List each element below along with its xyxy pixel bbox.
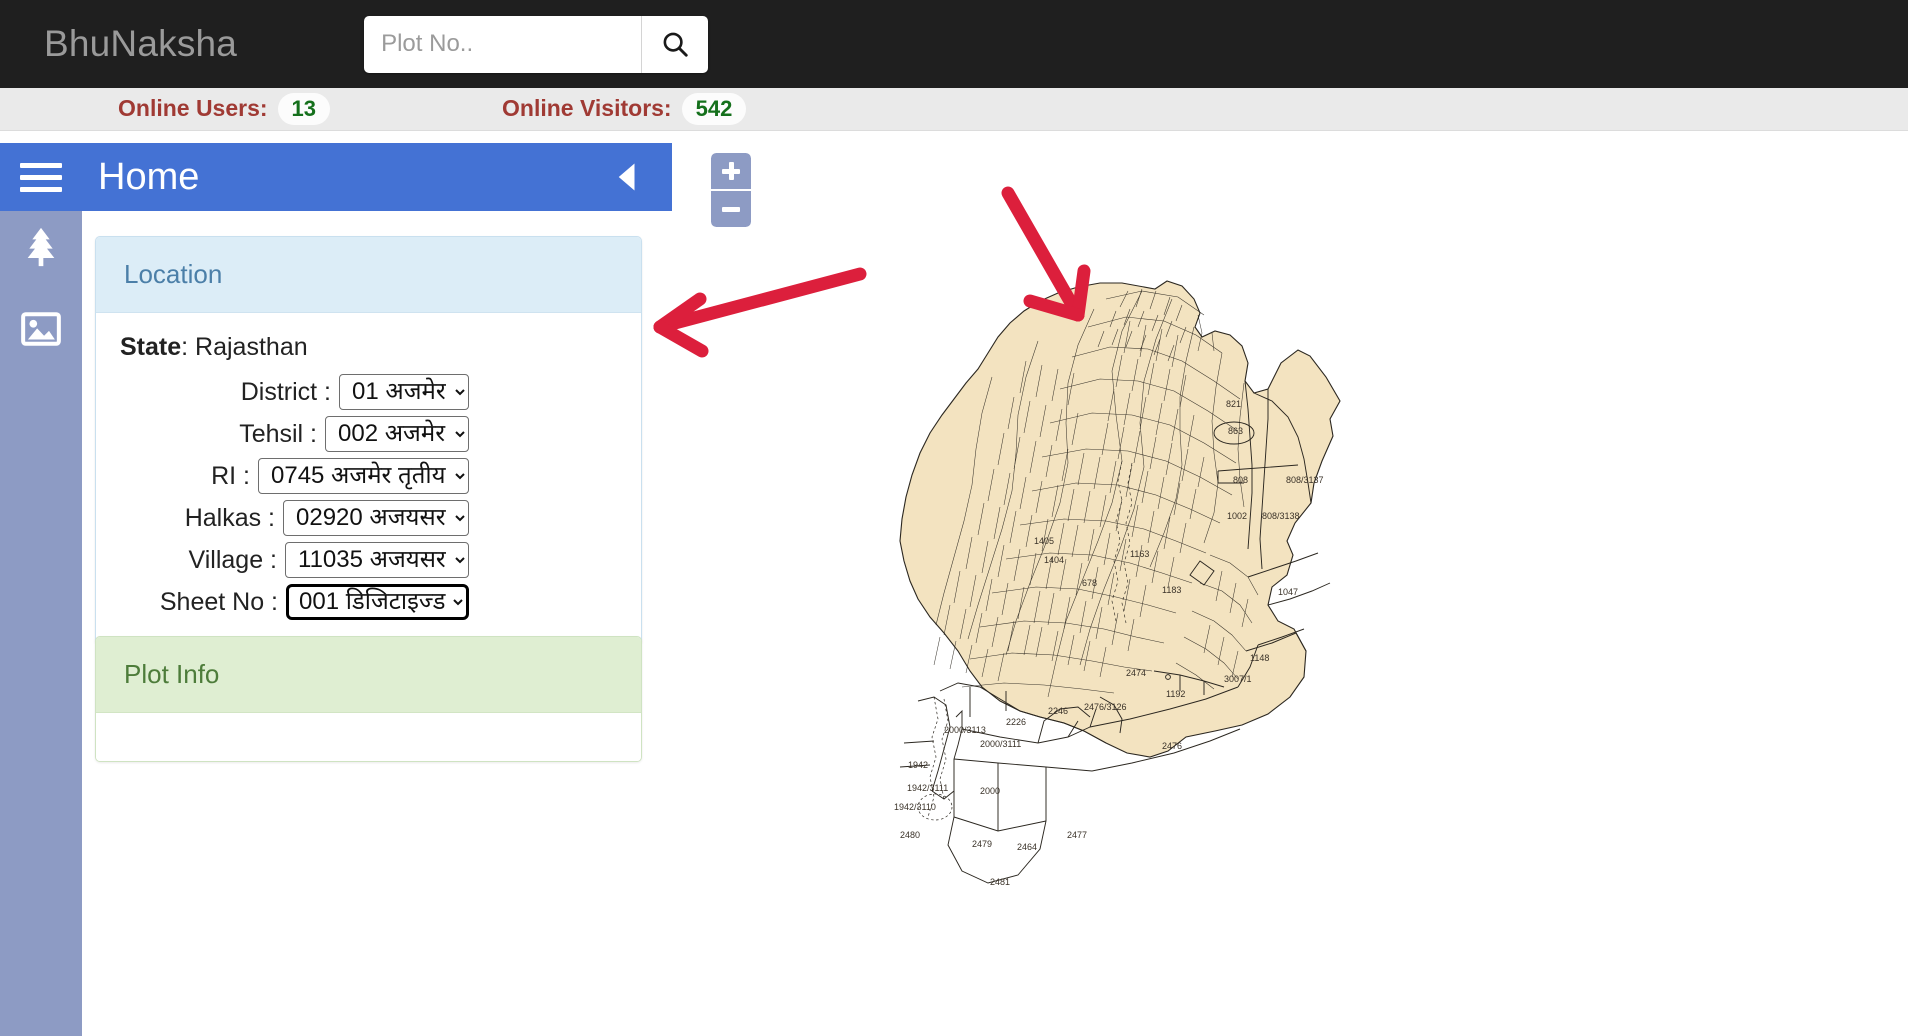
minus-icon	[722, 207, 740, 212]
location-panel-header: Location	[96, 237, 641, 313]
village-label: Village :	[189, 546, 278, 575]
svg-text:821: 821	[1226, 399, 1241, 409]
ri-label: RI :	[211, 462, 250, 491]
svg-text:1405: 1405	[1034, 536, 1054, 546]
svg-text:1942/3111: 1942/3111	[907, 783, 948, 793]
svg-text:2000/3111: 2000/3111	[980, 739, 1021, 749]
svg-text:2226: 2226	[1006, 717, 1026, 727]
svg-text:863: 863	[1228, 426, 1243, 436]
location-panel-body: State: Rajasthan District : 01 अजमेर Teh…	[96, 313, 641, 644]
annotation-arrow-to-map	[1008, 193, 1084, 315]
top-navbar: BhuNaksha	[0, 0, 1908, 88]
svg-text:1047: 1047	[1278, 587, 1298, 597]
online-visitors-label: Online Visitors:	[502, 95, 672, 122]
sheet-no-select[interactable]: 001 डिजिटाइज्ड	[286, 584, 469, 620]
svg-text:1942/3110: 1942/3110	[894, 802, 936, 812]
svg-text:2477: 2477	[1067, 830, 1087, 840]
svg-text:2479: 2479	[972, 839, 992, 849]
svg-text:808/3138: 808/3138	[1262, 511, 1300, 521]
svg-text:2481: 2481	[990, 877, 1010, 887]
plot-info-panel-title: Plot Info	[124, 659, 219, 689]
district-row: District : 01 अजमेर	[96, 374, 641, 410]
collapse-panel-button[interactable]	[616, 162, 638, 192]
village-row: Village : 11035 अजयसर	[96, 542, 641, 578]
online-visitors-stat: Online Visitors: 542	[502, 93, 746, 124]
district-select[interactable]: 01 अजमेर	[339, 374, 469, 410]
search-icon	[660, 29, 690, 59]
svg-text:1192: 1192	[1166, 689, 1185, 699]
online-stats-bar: Online Users: 13 Online Visitors: 542	[0, 88, 1908, 131]
map-zoom-controls	[711, 153, 751, 227]
halkas-label: Halkas :	[185, 504, 275, 533]
online-visitors-count: 542	[682, 93, 747, 124]
svg-text:1942: 1942	[908, 760, 928, 770]
plot-info-panel-header: Plot Info	[96, 637, 641, 713]
village-select[interactable]: 11035 अजयसर	[285, 542, 469, 578]
ri-row: RI : 0745 अजमेर तृतीय	[96, 458, 641, 494]
ri-select[interactable]: 0745 अजमेर तृतीय	[258, 458, 469, 494]
tehsil-label: Tehsil :	[239, 420, 317, 449]
sheet-no-label: Sheet No :	[160, 588, 278, 617]
tehsil-select[interactable]: 002 अजमेर	[325, 416, 469, 452]
svg-text:2000/3113: 2000/3113	[944, 725, 986, 735]
svg-text:2476: 2476	[1162, 741, 1182, 751]
search-box	[364, 16, 708, 73]
svg-text:808/3137: 808/3137	[1286, 475, 1324, 485]
halkas-select[interactable]: 02920 अजयसर	[283, 500, 469, 536]
online-users-count: 13	[278, 93, 330, 124]
page-title: Home	[98, 156, 199, 199]
online-users-stat: Online Users: 13	[118, 93, 330, 124]
hamburger-menu-icon[interactable]	[20, 163, 76, 192]
svg-text:1002: 1002	[1227, 511, 1247, 521]
zoom-in-button[interactable]	[711, 153, 751, 189]
district-label: District :	[241, 378, 331, 407]
halkas-row: Halkas : 02920 अजयसर	[96, 500, 641, 536]
sidebar-panel-header: Home	[0, 143, 672, 211]
annotation-arrow-to-sidebar	[660, 274, 860, 351]
svg-text:1404: 1404	[1044, 555, 1064, 565]
app-brand-title: BhuNaksha	[44, 23, 237, 65]
plot-info-panel: Plot Info	[95, 636, 642, 762]
state-value: Rajasthan	[195, 333, 308, 361]
online-users-label: Online Users:	[118, 95, 268, 122]
sheet-no-row: Sheet No : 001 डिजिटाइज्ड	[96, 584, 641, 620]
search-input[interactable]	[364, 16, 642, 73]
image-icon	[21, 312, 61, 346]
svg-text:1163: 1163	[1130, 549, 1149, 559]
tehsil-row: Tehsil : 002 अजमेर	[96, 416, 641, 452]
search-button[interactable]	[642, 16, 708, 73]
state-row: State: Rajasthan	[120, 333, 641, 362]
svg-text:2474: 2474	[1126, 668, 1146, 678]
chevron-left-icon	[616, 162, 638, 192]
svg-text:1148: 1148	[1250, 653, 1269, 663]
svg-text:2476/3126: 2476/3126	[1084, 702, 1127, 712]
plus-icon-vertical-bar	[729, 162, 734, 180]
tree-icon	[21, 225, 61, 269]
svg-text:2480: 2480	[900, 830, 920, 840]
svg-text:808: 808	[1233, 475, 1248, 485]
left-icon-rail	[0, 190, 82, 1036]
svg-text:1183: 1183	[1162, 585, 1181, 595]
zoom-out-button[interactable]	[711, 191, 751, 227]
plot-info-panel-body	[96, 713, 641, 761]
svg-text:2000: 2000	[980, 786, 1000, 796]
location-panel-title: Location	[124, 259, 222, 289]
state-label: State	[120, 333, 181, 361]
svg-text:678: 678	[1082, 578, 1097, 588]
svg-text:2246: 2246	[1048, 706, 1068, 716]
location-panel: Location State: Rajasthan District : 01 …	[95, 236, 642, 645]
sidebar-item-map-image[interactable]	[0, 290, 82, 368]
svg-text:3007/1: 3007/1	[1224, 674, 1252, 684]
sidebar-item-layers[interactable]	[0, 208, 82, 286]
svg-text:2464: 2464	[1017, 842, 1037, 852]
